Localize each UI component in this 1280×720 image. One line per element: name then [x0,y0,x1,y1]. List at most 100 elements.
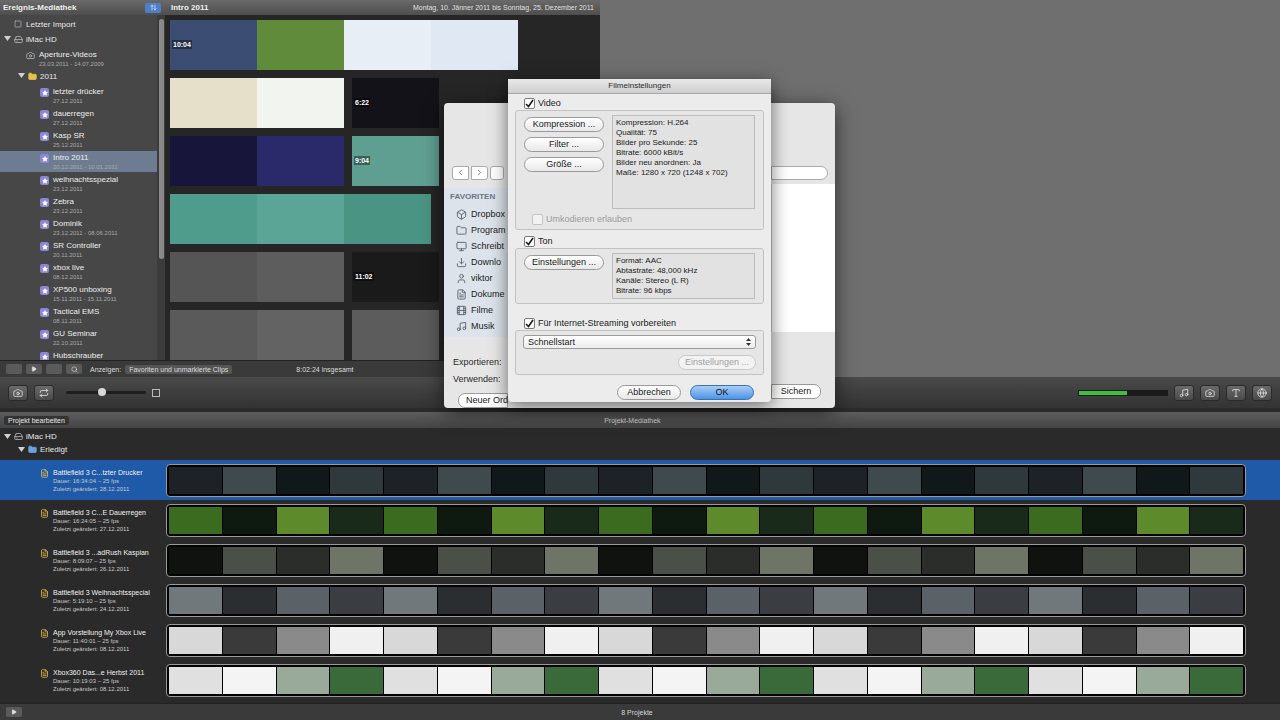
clip[interactable] [170,310,344,360]
project-tree-item[interactable]: iMac HD [0,430,1280,443]
sidebar-item[interactable]: xbox live08.12.2011 [0,261,157,282]
project-row[interactable]: Battlefield 3 C...tzter DruckerDauer: 16… [0,460,1280,500]
streaming-select[interactable]: Schnellstart [523,335,756,349]
disclosure-icon[interactable] [4,35,11,42]
clip[interactable]: 10:04 [170,20,518,70]
search-button[interactable] [66,364,82,374]
filmstrip[interactable] [166,464,1246,497]
cancel-button[interactable]: Abbrechen [617,385,681,400]
filmstrip[interactable] [166,504,1246,537]
filmstrip-frame [1137,587,1190,614]
sidebar-item[interactable]: Zebra23.12.2011 [0,195,157,216]
camera-button[interactable] [8,385,28,401]
favorite-item[interactable]: Dokume [444,287,508,303]
new-event-button[interactable] [6,364,22,374]
sound-settings-button[interactable]: Einstellungen ... [524,255,604,270]
transcode-row[interactable]: Umkodieren erlauben [524,214,755,225]
ok-button[interactable]: OK [690,385,754,400]
clip[interactable] [170,252,344,302]
clip[interactable]: 11:02 [352,252,439,302]
filter-select[interactable]: Favoriten und unmarkierte Clips [125,365,232,374]
favorite-item[interactable]: Musik [444,319,508,335]
streaming-checkbox-row[interactable]: Für Internet-Streaming vorbereiten [515,316,764,330]
disclosure-icon[interactable] [18,446,25,453]
filmstrip[interactable] [166,624,1246,657]
swap-icon [39,388,49,398]
music-button[interactable] [1174,385,1194,401]
sheet-title-bar: Filmeinstellungen [508,79,771,94]
sidebar-item[interactable]: Intro 201120.12.2011 - 10.01.2011 [0,151,157,172]
sidebar-item[interactable]: Kasp SR25.12.2011 [0,129,157,150]
filmstrip-frame [975,667,1028,694]
sidebar-item[interactable]: GU Seminar22.10.2011 [0,327,157,348]
play-project-button[interactable] [6,707,22,717]
filmstrip[interactable] [166,664,1246,697]
play-button[interactable] [26,364,42,374]
streaming-settings-button[interactable]: Einstellungen ... [678,355,756,370]
sidebar-item[interactable]: Tactical EMS08.11.2011 [0,305,157,326]
clip-duration: 9:04 [354,156,370,165]
edit-project-button[interactable]: Projekt bearbeiten [4,416,69,425]
video-checkbox-row[interactable]: Video [515,96,764,110]
sidebar-item[interactable]: Dominik23.12.2011 - 08.06.2011 [0,217,157,238]
favorite-item[interactable]: viktor [444,271,508,287]
sidebar-item[interactable]: Aperture-Videos23.03.2011 - 14.07.2009 [0,48,157,69]
sound-checkbox-row[interactable]: Ton [515,234,764,248]
project-row[interactable]: Battlefield 3 ...adRush KaspianDauer: 8:… [0,540,1280,580]
save-button[interactable]: Sichern [771,384,821,399]
swap-button[interactable] [34,385,54,401]
project-row[interactable]: Battlefield 3 C...E DauerregenDauer: 16:… [0,500,1280,540]
video-option-button[interactable]: Größe ... [524,157,604,172]
disclosure-icon[interactable] [18,72,25,79]
favorite-item[interactable]: Dropbox [444,207,508,223]
sort-button[interactable] [145,3,161,13]
save-dialog-left: FAVORITENDropboxProgramSchreibtDownlovik… [444,103,508,408]
sidebar-item[interactable]: iMac HD [0,33,157,47]
checkbox[interactable] [524,236,535,247]
disclosure-icon[interactable] [4,433,11,440]
video-option-button[interactable]: Filter ... [524,137,604,152]
checkbox[interactable] [524,318,535,329]
filmstrip[interactable] [166,584,1246,617]
favorite-item[interactable]: Filme [444,303,508,319]
project-row[interactable]: App Vorstellung My Xbox LiveDauer: 11:40… [0,620,1280,660]
sidebar-item[interactable]: Letzter Import [0,18,157,32]
sidebar-item[interactable]: weihnachtsspezial23.12.2011 [0,173,157,194]
favorite-item[interactable]: Program [444,223,508,239]
filmstrip[interactable] [166,544,1246,577]
sidebar-item[interactable]: SR Controller20.11.2011 [0,239,157,260]
checkbox[interactable] [532,214,543,225]
title-button[interactable] [1226,385,1246,401]
clip[interactable] [170,78,344,128]
back-button[interactable] [452,166,469,180]
new-folder-button[interactable]: Neuer Ord [458,393,508,408]
clip[interactable] [170,136,344,186]
fullscreen-button[interactable] [46,364,62,374]
clip[interactable] [170,194,431,244]
sidebar-item[interactable]: 2011 [0,70,157,84]
project-tree-item[interactable]: Erledigt [0,443,1280,456]
photo-button[interactable] [1200,385,1220,401]
clip[interactable] [352,310,439,360]
map-button[interactable] [1252,385,1272,401]
search-field[interactable] [771,166,828,180]
clip[interactable]: 6:22 [352,78,439,128]
project-row[interactable]: Battlefield 3 WeihnachtsspecialDauer: 5:… [0,580,1280,620]
favorite-item[interactable]: Schreibt [444,239,508,255]
project-row[interactable]: Xbox360 Das...e Herbst 2011Dauer: 10:19:… [0,660,1280,700]
view-button[interactable] [490,166,504,180]
filmstrip-frame [975,507,1028,534]
zoom-slider[interactable] [66,391,146,394]
zoom-thumb[interactable] [98,388,106,396]
sidebar-item[interactable]: XP500 unboxing15.11.2011 - 15.11.2011 [0,283,157,304]
scrollbar[interactable] [157,15,165,360]
sidebar-item[interactable]: dauerregen27.12.2011 [0,107,157,128]
clip[interactable]: 9:04 [352,136,439,186]
filmstrip-frame [438,547,491,574]
forward-button[interactable] [471,166,488,180]
favorite-item[interactable]: Downlo [444,255,508,271]
sidebar-item[interactable]: Hubschrauber [0,349,157,360]
video-option-button[interactable]: Kompression ... [524,117,604,132]
checkbox[interactable] [524,98,535,109]
sidebar-item[interactable]: letzter drücker27.12.2011 [0,85,157,106]
